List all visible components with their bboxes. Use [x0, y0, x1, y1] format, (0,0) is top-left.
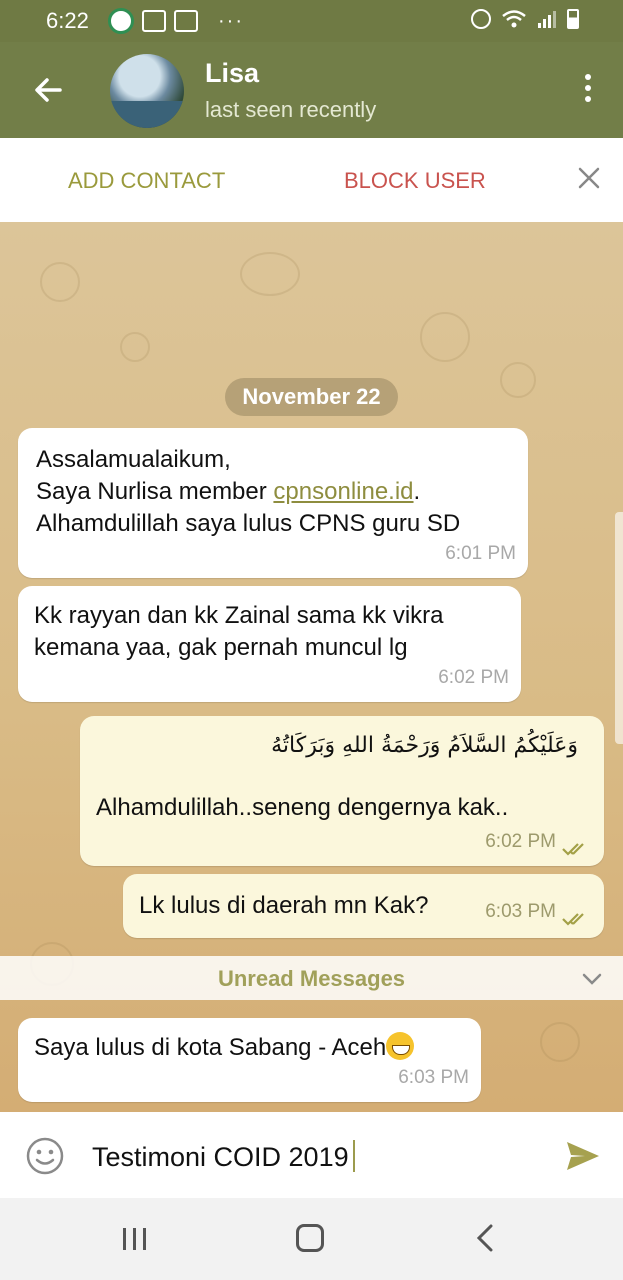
contact-name[interactable]: Lisa: [205, 58, 259, 89]
close-icon[interactable]: [577, 166, 601, 190]
grinning-face-icon: [386, 1032, 415, 1060]
unread-separator: Unread Messages: [0, 956, 623, 1000]
message-bubble-incoming[interactable]: Saya lulus di kota Sabang - Aceh 6:03 PM: [18, 1018, 481, 1102]
gallery-icon: [142, 10, 166, 32]
message-text: Saya Nurlisa member cpnsonline.id.: [36, 478, 421, 505]
message-time: 6:02 PM: [485, 831, 556, 852]
double-check-icon: [562, 913, 584, 926]
wallpaper-doodle: [120, 332, 150, 362]
text-caret: [352, 1140, 355, 1172]
add-contact-button[interactable]: ADD CONTACT: [68, 168, 225, 194]
message-text: Saya lulus di kota Sabang - Aceh: [34, 1032, 465, 1064]
status-bar: 6:22 ···: [0, 0, 623, 42]
avatar[interactable]: [110, 54, 184, 128]
message-time: 6:01 PM: [445, 543, 516, 564]
system-nav-bar: [0, 1198, 623, 1280]
wallpaper-doodle: [540, 1022, 580, 1062]
contact-status: last seen recently: [205, 97, 377, 122]
signal-icon: [538, 11, 556, 28]
app-circle-icon: [108, 8, 134, 34]
message-text: kemana yaa, gak pernah muncul lg: [34, 634, 408, 661]
message-bubble-incoming[interactable]: Kk rayyan dan kk Zainal sama kk vikra ke…: [18, 586, 521, 702]
message-time: 6:02 PM: [438, 667, 509, 688]
chat-header: Lisa last seen recently: [0, 42, 623, 138]
message-text: Kk rayyan dan kk Zainal sama kk vikra: [34, 602, 444, 629]
status-right-icons: [471, 9, 579, 29]
battery-icon: [567, 9, 579, 29]
wallpaper-doodle: [500, 362, 536, 398]
message-bubble-outgoing[interactable]: Lk lulus di daerah mn Kak? 6:03 PM: [123, 874, 604, 938]
wallpaper-doodle: [240, 252, 300, 296]
gallery-icon: [174, 10, 198, 32]
recent-apps-icon[interactable]: [120, 1226, 150, 1252]
message-bubble-incoming[interactable]: Assalamualaikum, Saya Nurlisa member cpn…: [18, 428, 528, 578]
wallpaper-doodle: [40, 262, 80, 302]
action-bar: ADD CONTACT BLOCK USER: [0, 138, 623, 222]
message-arabic-text: وَعَلَيْكُمُ السَّلاَمُ وَرَحْمَةُ اللهِ…: [271, 733, 578, 758]
message-text: Alhamdulillah saya lulus CPNS guru SD: [36, 510, 461, 537]
smiley-icon[interactable]: [25, 1136, 65, 1176]
status-left-icons: ···: [108, 8, 244, 34]
wallpaper-doodle: [420, 312, 470, 362]
message-text: Assalamualaikum,: [36, 446, 231, 473]
message-link[interactable]: cpnsonline.id: [273, 478, 413, 505]
double-check-icon: [562, 843, 584, 856]
block-user-button[interactable]: BLOCK USER: [344, 168, 486, 194]
chevron-down-icon[interactable]: [581, 968, 603, 990]
message-text: Alhamdulillah..seneng dengernya kak..: [96, 794, 509, 821]
scroll-handle[interactable]: [615, 512, 623, 744]
arrow-left-icon[interactable]: [28, 70, 68, 110]
composer-bar: Testimoni COID 2019: [0, 1112, 623, 1198]
wifi-icon: [502, 10, 526, 28]
date-separator: November 22: [225, 378, 398, 416]
overflow-dots: ···: [218, 9, 244, 32]
message-input[interactable]: Testimoni COID 2019: [92, 1140, 355, 1173]
home-button[interactable]: [296, 1224, 324, 1252]
unread-label: Unread Messages: [217, 966, 406, 991]
message-time: 6:03 PM: [398, 1067, 469, 1088]
more-vert-icon[interactable]: [585, 74, 593, 104]
alarm-icon: [471, 9, 491, 29]
status-time: 6:22: [46, 8, 89, 33]
message-bubble-outgoing[interactable]: وَعَلَيْكُمُ السَّلاَمُ وَرَحْمَةُ اللهِ…: [80, 716, 604, 866]
back-nav-icon[interactable]: [474, 1224, 496, 1252]
message-time: 6:03 PM: [485, 901, 556, 922]
send-icon[interactable]: [563, 1136, 603, 1176]
chat-area[interactable]: November 22 Assalamualaikum, Saya Nurlis…: [0, 222, 623, 1112]
